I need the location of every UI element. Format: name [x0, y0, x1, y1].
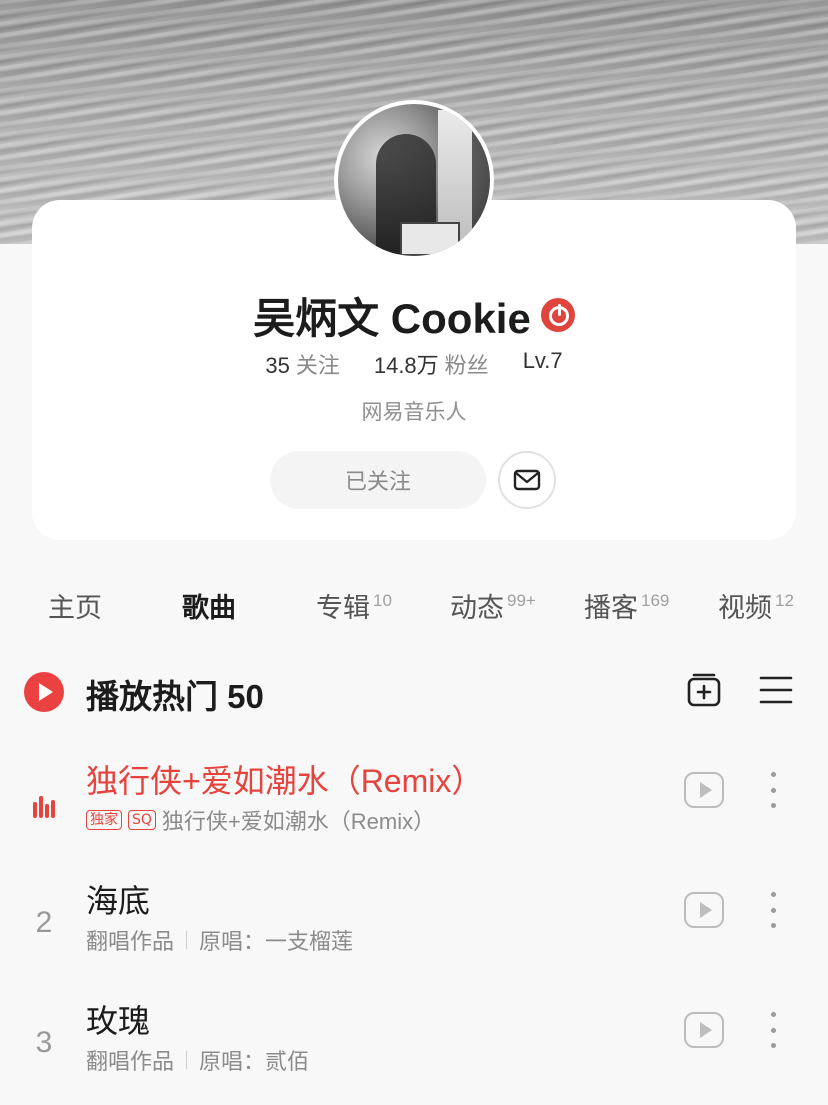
tab-label: 视频 [718, 593, 772, 623]
tab-songs[interactable]: 歌曲 [182, 586, 236, 625]
tab-label: 动态 [450, 593, 504, 623]
tab-label: 主页 [48, 593, 102, 623]
play-mv-icon[interactable] [684, 772, 724, 808]
play-hot-header: 播放热门 50 [0, 664, 828, 720]
more-options-icon[interactable] [768, 772, 778, 808]
message-button[interactable] [498, 451, 556, 509]
following-label: 关注 [295, 353, 340, 378]
profile-stats: 35 关注 14.8万 粉丝 Lv.7 [32, 348, 796, 380]
play-mv-icon[interactable] [684, 892, 724, 928]
divider [186, 1051, 188, 1069]
song-row[interactable]: 3 玫瑰 翻唱作品 原唱：贰佰 [0, 996, 828, 1096]
following-count: 35 [265, 353, 290, 378]
song-info: 独行侠+爱如潮水（Remix） [161, 809, 436, 834]
fans-stat[interactable]: 14.8万 粉丝 [374, 348, 489, 380]
song-title: 玫瑰 [86, 1003, 151, 1039]
play-hot-title[interactable]: 播放热门 50 [86, 670, 264, 718]
song-row[interactable]: 独行侠+爱如潮水（Remix） 独家 SQ 独行侠+爱如潮水（Remix） [0, 756, 828, 856]
fans-label: 粉丝 [444, 353, 489, 378]
song-row[interactable]: 2 海底 翻唱作品 原唱：一支榴莲 [0, 876, 828, 976]
play-mv-icon[interactable] [684, 1012, 724, 1048]
profile-name: 吴炳文 Cookie [253, 294, 531, 342]
song-rank: 3 [35, 1026, 53, 1059]
mail-icon [513, 469, 541, 491]
exclusive-badge: 独家 [86, 810, 122, 830]
tab-albums[interactable]: 专辑 10 [316, 586, 392, 625]
song-subtitle: 独家 SQ 独行侠+爱如潮水（Remix） [86, 804, 435, 836]
cover-tag: 翻唱作品 [86, 1049, 175, 1074]
song-subtitle: 翻唱作品 原唱：一支榴莲 [86, 924, 353, 956]
more-options-icon[interactable] [768, 892, 778, 928]
more-options-icon[interactable] [768, 1012, 778, 1048]
divider [186, 931, 188, 949]
sq-badge: SQ [128, 810, 156, 830]
tab-home[interactable]: 主页 [48, 586, 102, 625]
tab-count: 10 [373, 591, 392, 610]
level-badge[interactable]: Lv.7 [523, 348, 563, 380]
tab-label: 歌曲 [182, 593, 236, 623]
following-stat[interactable]: 35 关注 [265, 348, 340, 380]
tab-count: 169 [641, 591, 670, 610]
profile-tabs: 主页 歌曲 专辑 10 动态 99+ 播客 169 视频 12 [0, 586, 828, 636]
profile-identity: 网易音乐人 [361, 401, 467, 424]
musician-verified-icon[interactable] [540, 298, 575, 332]
tab-videos[interactable]: 视频 12 [718, 586, 794, 625]
tab-podcasts[interactable]: 播客 169 [584, 586, 669, 625]
tab-label: 专辑 [316, 593, 370, 623]
play-circle-icon[interactable] [24, 672, 64, 712]
song-subtitle: 翻唱作品 原唱：贰佰 [86, 1044, 309, 1076]
original-singer: 原唱：贰佰 [199, 1049, 310, 1074]
tab-count: 12 [775, 591, 794, 610]
tab-moments[interactable]: 动态 99+ [450, 586, 536, 625]
song-title: 独行侠+爱如潮水（Remix） [86, 763, 484, 799]
multi-select-icon[interactable] [758, 674, 794, 706]
tab-count: 99+ [507, 591, 536, 610]
tab-label: 播客 [584, 593, 638, 623]
cover-tag: 翻唱作品 [86, 929, 175, 954]
song-rank: 2 [35, 906, 53, 939]
song-title: 海底 [86, 883, 151, 919]
fans-count: 14.8万 [373, 353, 439, 378]
profile-name-row: 吴炳文 Cookie [32, 290, 796, 342]
original-singer: 原唱：一支榴莲 [199, 929, 354, 954]
followed-button[interactable]: 已关注 [270, 451, 486, 509]
avatar-image [338, 104, 490, 256]
now-playing-icon [33, 796, 55, 818]
profile-avatar[interactable] [334, 100, 494, 260]
add-to-playlist-icon[interactable] [686, 672, 722, 708]
